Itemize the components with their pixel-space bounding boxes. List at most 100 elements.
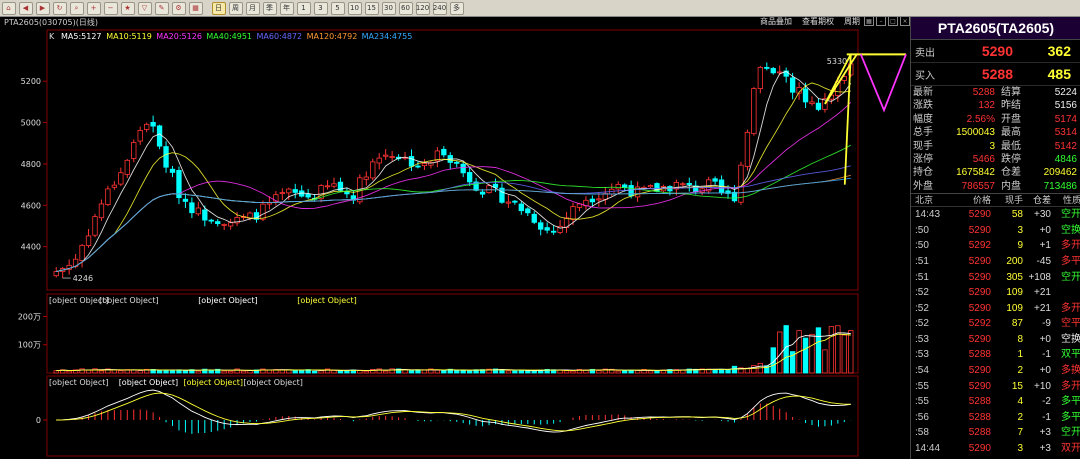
volume-bar xyxy=(725,369,731,374)
candle-body xyxy=(744,131,751,167)
period-button[interactable]: 周期 xyxy=(844,16,860,27)
kline-chart[interactable]: 5200 5000 4800 4600 4400 K MA5:5127 MA10:5119 MA… xyxy=(0,28,910,459)
tick-row[interactable]: :52 5290 109 +21 xyxy=(911,285,1080,301)
period-button-13[interactable]: 240 xyxy=(432,1,447,15)
candle-body xyxy=(544,227,550,231)
tick-price: 5290 xyxy=(968,302,991,314)
tick-volume: 58 xyxy=(1011,209,1023,221)
period-button-2[interactable]: 月 xyxy=(245,1,260,15)
stat-value: 5224 xyxy=(1054,87,1077,98)
tick-row[interactable]: :56 5288 2 -1 多平 xyxy=(911,410,1080,426)
stat-label: 最高 xyxy=(1001,127,1021,139)
bookmark-icon[interactable]: ★ xyxy=(120,1,135,15)
tick-row[interactable]: :50 5290 3 +0 空换 xyxy=(911,223,1080,239)
ma-line xyxy=(56,177,851,273)
home-icon[interactable]: ⌂ xyxy=(1,1,16,15)
volume-bar xyxy=(221,370,227,374)
period-button-8[interactable]: 10 xyxy=(347,1,362,15)
draw-icon[interactable]: ✎ xyxy=(154,1,169,15)
bid-row[interactable]: 买入 5288 485 xyxy=(911,63,1080,86)
tick-time: :52 xyxy=(915,318,929,330)
period-button-4[interactable]: 年 xyxy=(279,1,294,15)
candle-body xyxy=(531,213,537,223)
tick-row[interactable]: :52 5290 109 +21 多开 xyxy=(911,301,1080,317)
stat-row: 涨停 5466 跌停 4846 xyxy=(911,153,1080,166)
volume-bar xyxy=(79,368,85,374)
period-button-11[interactable]: 60 xyxy=(398,1,413,15)
tick-volume: 3 xyxy=(1017,443,1023,455)
period-button-12[interactable]: 120 xyxy=(415,1,430,15)
candle-body xyxy=(770,68,776,74)
ma-legend: MA20:5126 xyxy=(156,32,202,41)
candle-body xyxy=(809,101,815,105)
ma-line xyxy=(56,174,851,273)
candle-body xyxy=(105,188,111,205)
period-button-5[interactable]: 1 xyxy=(296,1,311,15)
stat-value: 1500043 xyxy=(956,127,995,139)
volume-bar xyxy=(512,370,518,374)
restore-icon[interactable]: □ xyxy=(888,16,898,26)
candle-body xyxy=(215,221,221,225)
volume-bar xyxy=(647,370,654,374)
tick-row[interactable]: :51 5290 200 -45 多平 xyxy=(911,254,1080,270)
tick-row[interactable]: :58 5288 7 +3 空开 xyxy=(911,425,1080,441)
tick-price: 5290 xyxy=(968,209,991,221)
tick-type: 多开 xyxy=(1061,380,1080,392)
tick-row[interactable]: :53 5290 8 +0 空换 xyxy=(911,332,1080,348)
ma-line xyxy=(56,82,851,273)
tick-type xyxy=(1051,285,1080,301)
tick-row[interactable]: :50 5292 9 +1 多开 xyxy=(911,238,1080,254)
grid-layout-icon[interactable]: ▦ xyxy=(864,16,874,26)
stat-label: 仓差 xyxy=(1001,167,1021,179)
tick-volume: 1 xyxy=(1017,349,1023,361)
tick-row[interactable]: 14:43 5290 58 +30 空开 xyxy=(911,207,1080,223)
stat-value: 5288 xyxy=(972,87,995,98)
tick-price: 5290 xyxy=(968,443,991,455)
volume-legend: [object Object] xyxy=(198,296,258,305)
filter-icon[interactable]: ▽ xyxy=(137,1,152,15)
stat-label: 持仓 xyxy=(913,167,933,179)
search-icon[interactable]: ⌕ xyxy=(69,1,84,15)
tick-row[interactable]: :53 5288 1 -1 双平 xyxy=(911,347,1080,363)
forward-icon[interactable]: ▶ xyxy=(35,1,50,15)
toolbar: ⌂ ◀ ▶ ↻ ⌕ + − ★ ▽ ✎ ⚙ ▦ 日周月季年 1 3 5 10 15 30 60 120 240 多 xyxy=(0,0,1080,17)
tick-row[interactable]: :51 5290 305 +108 空开 xyxy=(911,270,1080,286)
stat-label: 现手 xyxy=(913,140,933,152)
period-button-14[interactable]: 多 xyxy=(449,1,464,15)
tick-oi: -1 xyxy=(1042,349,1051,361)
back-icon[interactable]: ◀ xyxy=(18,1,33,15)
tick-row[interactable]: :55 5288 4 -2 多平 xyxy=(911,394,1080,410)
minimize-icon[interactable]: – xyxy=(876,16,886,26)
tick-price: 5290 xyxy=(968,271,991,283)
refresh-icon[interactable]: ↻ xyxy=(52,1,67,15)
period-button-7[interactable]: 5 xyxy=(330,1,345,15)
settings-icon[interactable]: ⚙ xyxy=(171,1,186,15)
tick-time: :53 xyxy=(915,333,929,345)
tick-row[interactable]: :55 5290 15 +10 多开 xyxy=(911,379,1080,395)
volume-bar xyxy=(731,365,738,374)
period-button-0[interactable]: 日 xyxy=(211,1,226,15)
period-button-9[interactable]: 15 xyxy=(364,1,379,15)
overlay-commodity-button[interactable]: 商品叠加 xyxy=(760,16,792,27)
candle-body xyxy=(383,154,389,157)
candle-body xyxy=(460,163,466,174)
ask-row[interactable]: 卖出 5290 362 xyxy=(911,40,1080,63)
period-button-1[interactable]: 周 xyxy=(228,1,243,15)
view-options-button[interactable]: 查看期权 xyxy=(802,16,834,27)
period-button-6[interactable]: 3 xyxy=(313,1,328,15)
tick-row[interactable]: :54 5290 2 +0 多换 xyxy=(911,363,1080,379)
tick-row[interactable]: :52 5292 87 -9 空平 xyxy=(911,316,1080,332)
candle-body xyxy=(363,176,369,180)
period-button-3[interactable]: 季 xyxy=(262,1,277,15)
zoom-out-icon[interactable]: − xyxy=(103,1,118,15)
close-icon[interactable]: × xyxy=(900,16,910,26)
ticks-header-volume: 现手 xyxy=(1004,195,1023,206)
tick-price: 5292 xyxy=(968,240,991,252)
volume-bar xyxy=(828,326,835,374)
tick-row[interactable]: 14:44 5290 3 +3 双开 xyxy=(911,441,1080,457)
period-button-10[interactable]: 30 xyxy=(381,1,396,15)
tick-list[interactable]: 14:43 5290 58 +30 空开:50 5290 3 +0 空换:50 5292 9 +1 多开… xyxy=(911,207,1080,457)
grid-icon[interactable]: ▦ xyxy=(188,1,203,15)
zoom-in-icon[interactable]: + xyxy=(86,1,101,15)
tick-oi: +30 xyxy=(1034,209,1051,221)
